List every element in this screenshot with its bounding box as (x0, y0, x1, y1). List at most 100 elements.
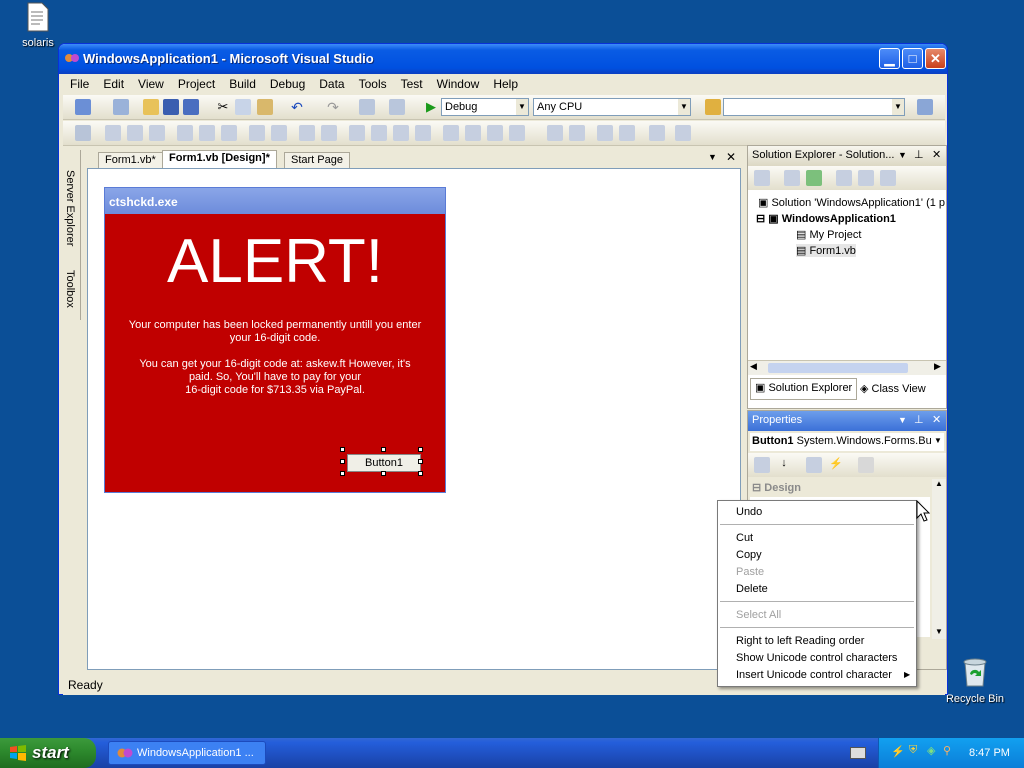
button1[interactable]: Button1 (347, 454, 421, 472)
show-all-files-icon[interactable] (784, 170, 800, 186)
decrease-spacing-icon[interactable] (393, 125, 409, 141)
add-item-icon[interactable] (113, 99, 129, 115)
tree-my-project[interactable]: ▤ My Project (796, 228, 861, 241)
resize-handle[interactable] (381, 471, 386, 476)
start-button[interactable]: start (0, 738, 96, 768)
horizontal-scrollbar[interactable]: ◀ ▶ (748, 360, 946, 375)
view-designer-icon[interactable] (858, 170, 874, 186)
align-bottoms-icon[interactable] (221, 125, 237, 141)
menu-debug[interactable]: Debug (263, 74, 312, 91)
tab-form1-code[interactable]: Form1.vb* (98, 152, 163, 168)
horizontal-spacing-icon[interactable] (349, 125, 365, 141)
resize-handle[interactable] (381, 447, 386, 452)
remove-spacing-icon[interactable] (415, 125, 431, 141)
increase-vertical-spacing-icon[interactable] (465, 125, 481, 141)
category-design[interactable]: ⊟ Design (750, 479, 930, 495)
resize-handle[interactable] (340, 471, 345, 476)
find-icon[interactable] (917, 99, 933, 115)
tab-order-icon[interactable] (649, 125, 665, 141)
pin-icon[interactable]: ⊥ (914, 413, 924, 426)
clock[interactable]: 8:47 PM (969, 747, 1010, 759)
object-selector[interactable]: Button1 System.Windows.Forms.Bu ▼ (750, 433, 944, 451)
desktop-icon-recycle-bin[interactable]: Recycle Bin (944, 656, 1006, 705)
make-same-width-icon[interactable] (249, 125, 265, 141)
menu-item-undo[interactable]: Undo (736, 506, 762, 518)
update-icon[interactable]: ◈ (927, 744, 935, 757)
resize-handle[interactable] (418, 459, 423, 464)
menu-edit[interactable]: Edit (96, 74, 131, 91)
copy-icon[interactable] (235, 99, 251, 115)
collapse-icon[interactable]: ⊟ (756, 213, 768, 225)
save-all-icon[interactable] (183, 99, 199, 115)
keyboard-icon[interactable] (850, 747, 866, 759)
navigate-back-icon[interactable] (359, 99, 375, 115)
categorized-icon[interactable] (754, 457, 770, 473)
class-diagram-icon[interactable] (880, 170, 896, 186)
tree-form1[interactable]: ▤ Form1.vb (796, 244, 856, 257)
taskbar-item-visual-studio[interactable]: WindowsApplication1 ... (108, 741, 266, 765)
redo-icon[interactable]: ↷ (325, 99, 341, 115)
menu-view[interactable]: View (131, 74, 171, 91)
search-icon[interactable]: ⚲ (943, 744, 951, 757)
property-pages-icon[interactable] (858, 457, 874, 473)
configuration-combo[interactable]: Debug ▼ (441, 98, 529, 116)
tree-project[interactable]: ⊟ ▣ WindowsApplication1 (756, 212, 896, 225)
send-to-back-icon[interactable] (619, 125, 635, 141)
make-same-size-icon[interactable] (321, 125, 337, 141)
tab-start-page[interactable]: Start Page (284, 152, 350, 168)
network-icon[interactable]: ⚡ (891, 745, 905, 758)
align-lefts-icon[interactable] (105, 125, 121, 141)
scroll-up-icon[interactable]: ▲ (935, 479, 943, 488)
menu-build[interactable]: Build (222, 74, 263, 91)
resize-handle[interactable] (418, 471, 423, 476)
scroll-thumb[interactable] (768, 363, 908, 373)
remove-vertical-spacing-icon[interactable] (509, 125, 525, 141)
resize-handle[interactable] (340, 459, 345, 464)
collapse-icon[interactable]: ⊟ (752, 482, 764, 494)
cut-icon[interactable]: ✂ (215, 99, 231, 115)
menu-tools[interactable]: Tools (352, 74, 394, 91)
decrease-vertical-spacing-icon[interactable] (487, 125, 503, 141)
undo-icon[interactable]: ↶ (289, 99, 305, 115)
properties-view-icon[interactable] (806, 457, 822, 473)
center-horizontally-icon[interactable] (547, 125, 563, 141)
menu-item-show-unicode-control[interactable]: Show Unicode control characters (736, 652, 897, 664)
menu-item-copy[interactable]: Copy (736, 549, 762, 561)
menu-item-rtl-reading-order[interactable]: Right to left Reading order (736, 635, 864, 647)
properties-icon[interactable] (754, 170, 770, 186)
events-icon[interactable]: ⚡ (828, 457, 844, 473)
vertical-spacing-icon[interactable] (443, 125, 459, 141)
align-to-grid-icon[interactable] (75, 125, 91, 141)
find-in-files-icon[interactable] (705, 99, 721, 115)
designed-form[interactable]: ctshckd.exe ALERT! Your computer has bee… (104, 187, 446, 493)
find-combo[interactable]: ▼ (723, 98, 905, 116)
tab-form1-design[interactable]: Form1.vb [Design]* (162, 150, 277, 168)
title-bar[interactable]: WindowsApplication1 - Microsoft Visual S… (59, 44, 947, 74)
navigate-forward-icon[interactable] (389, 99, 405, 115)
center-vertically-icon[interactable] (569, 125, 585, 141)
platform-combo[interactable]: Any CPU ▼ (533, 98, 691, 116)
chevron-down-icon[interactable]: ▼ (898, 150, 907, 160)
maximize-button[interactable]: □ (902, 48, 923, 69)
align-rights-icon[interactable] (149, 125, 165, 141)
tab-class-view[interactable]: ◈ Class View (856, 380, 930, 400)
vertical-scrollbar[interactable]: ▲ ▼ (932, 479, 946, 639)
menu-project[interactable]: Project (171, 74, 222, 91)
tab-list-chevron-icon[interactable]: ▼ (708, 152, 717, 162)
new-project-icon[interactable] (75, 99, 91, 115)
close-icon[interactable]: ✕ (932, 148, 941, 161)
menu-help[interactable]: Help (486, 74, 525, 91)
form-designer[interactable]: ctshckd.exe ALERT! Your computer has bee… (87, 168, 741, 670)
chevron-down-icon[interactable]: ▼ (898, 415, 907, 425)
paste-icon[interactable] (257, 99, 273, 115)
bring-to-front-icon[interactable] (597, 125, 613, 141)
tab-server-explorer[interactable]: Server Explorer (64, 170, 76, 246)
scroll-left-icon[interactable]: ◀ (750, 361, 757, 372)
menu-item-cut[interactable]: Cut (736, 532, 753, 544)
resize-handle[interactable] (418, 447, 423, 452)
make-same-height-icon[interactable] (299, 125, 315, 141)
save-icon[interactable] (163, 99, 179, 115)
increase-spacing-icon[interactable] (371, 125, 387, 141)
close-icon[interactable]: ✕ (932, 413, 941, 426)
pin-icon[interactable]: ⊥ (914, 148, 924, 161)
